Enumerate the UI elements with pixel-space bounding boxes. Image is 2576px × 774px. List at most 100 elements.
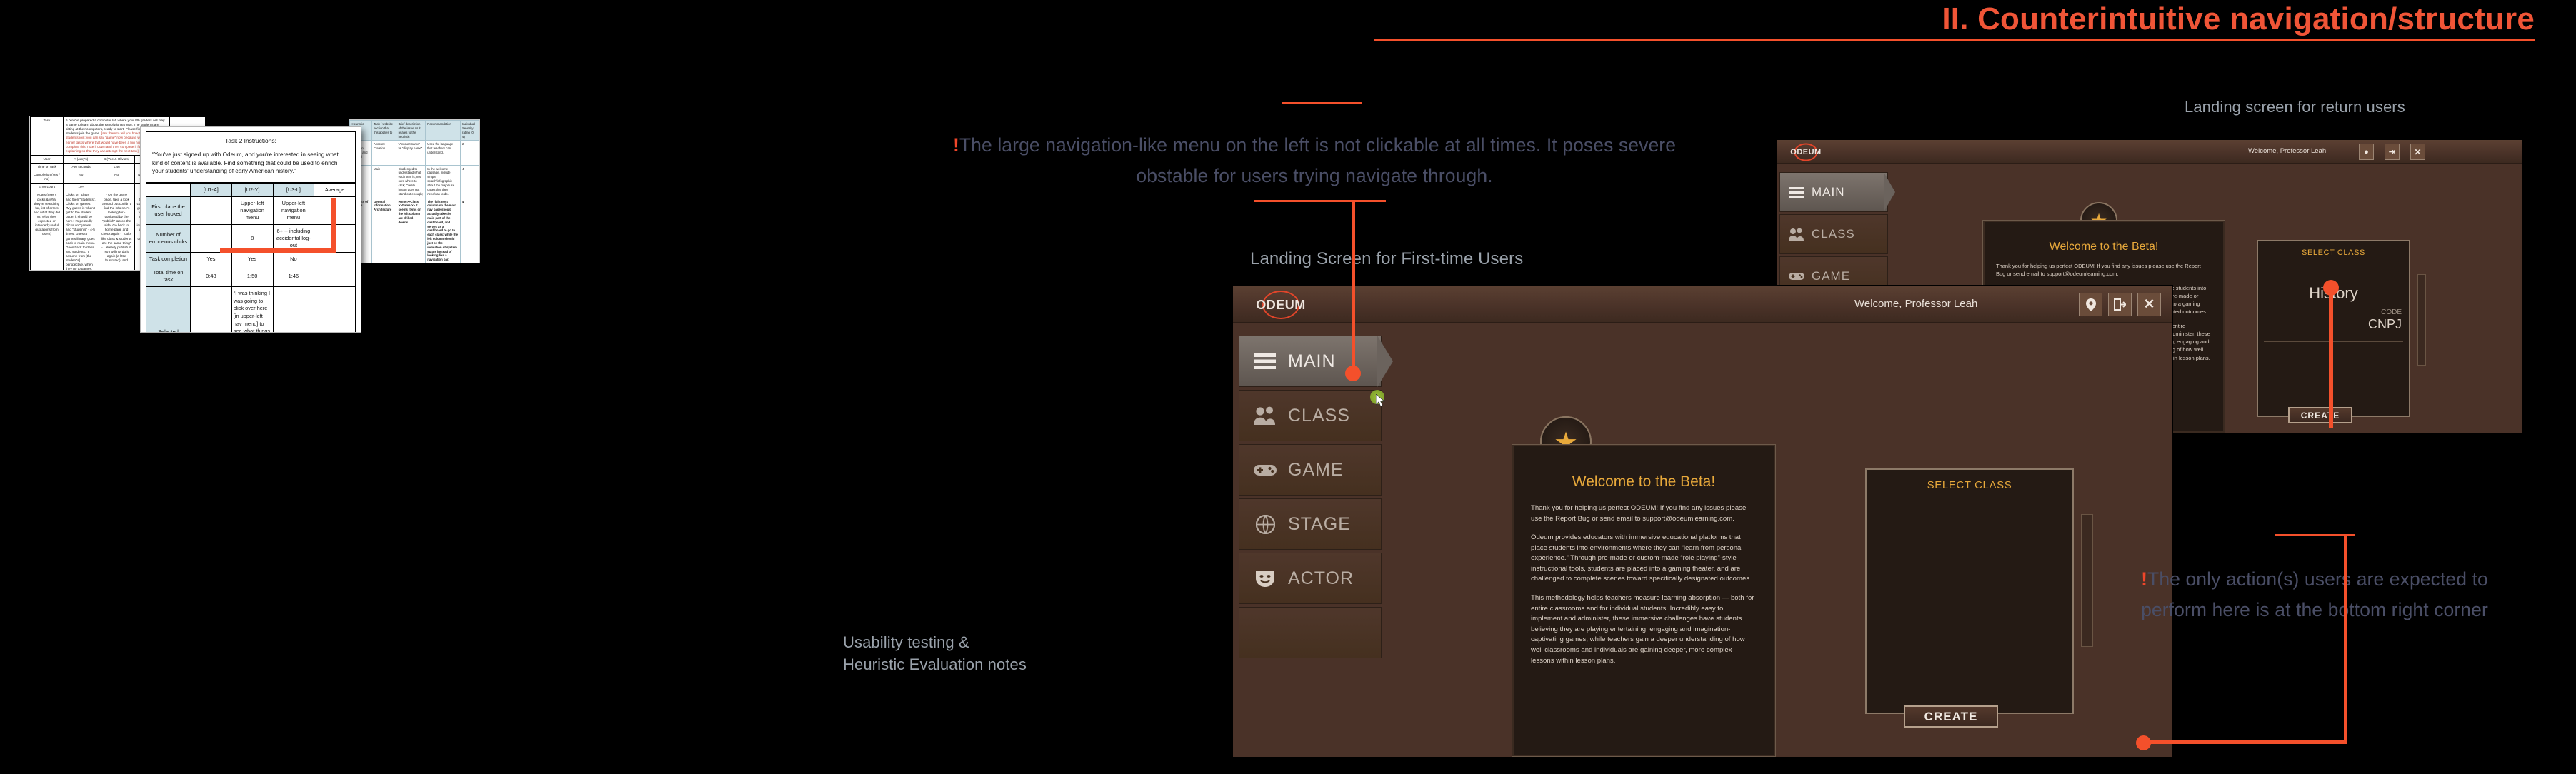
- cell-section: Main: [371, 164, 397, 198]
- row-label: Total time on task: [146, 265, 191, 287]
- cell: Clicks on “class” and then “students”. C…: [63, 191, 99, 270]
- nav-label-game: GAME: [1288, 459, 1344, 480]
- close-icon[interactable]: ✕: [2410, 144, 2425, 160]
- welcome-text: Welcome, Professor Leah: [1854, 298, 1978, 310]
- nav-item-stage[interactable]: STAGE: [1239, 498, 1382, 550]
- col-severity: Individual Severity rating (0-4): [459, 120, 479, 141]
- task2-highlight-horizontal: [220, 248, 336, 253]
- return-nav-label: MAIN: [1812, 185, 1845, 198]
- return-welcome-text: Welcome, Professor Leah: [2248, 147, 2327, 155]
- table-row: Selected comments “I was thinking I was …: [146, 286, 356, 332]
- cell-issue: “Account name” vs “display name”: [396, 140, 426, 166]
- cell: [314, 265, 356, 287]
- cell-recommendation: Used the language that teachers can unde…: [424, 140, 461, 166]
- select-class-scrollbar[interactable]: [2081, 514, 2093, 647]
- hamburger-icon: [1254, 352, 1277, 371]
- table-header-row: [U1-A] [U2-Y] [U3-L] Average: [146, 182, 356, 197]
- title-underline: [1374, 39, 2535, 41]
- return-create-button[interactable]: CREATE: [2288, 407, 2352, 423]
- annotation-text: The large navigation-like menu on the le…: [959, 134, 1677, 186]
- return-code-value: CNPJ: [2367, 317, 2402, 331]
- logo-text: ODEUM: [1256, 297, 1306, 312]
- logo-text: ODEUM: [1790, 148, 1822, 156]
- document-heuristic-evaluation: Heuristic Task / website section that th…: [349, 120, 479, 263]
- warning-bang-icon: !: [952, 134, 959, 156]
- row-label: Task: [30, 116, 64, 156]
- cell: No: [63, 171, 99, 184]
- app-logo: ODEUM: [1249, 291, 1313, 319]
- nav-label-actor: ACTOR: [1288, 568, 1354, 588]
- cell-severity: 2: [459, 140, 479, 166]
- cell: - On the game page, take a look around b…: [98, 191, 135, 270]
- table-header-row: Heuristic Task / website section that th…: [349, 120, 479, 141]
- create-button[interactable]: CREATE: [1904, 705, 1998, 728]
- nav-item-partial[interactable]: [1239, 607, 1382, 658]
- return-scrollbar[interactable]: [2417, 274, 2426, 366]
- nav-item-main[interactable]: MAIN: [1239, 336, 1382, 387]
- col-recommendation: Recommendation: [424, 120, 461, 141]
- logout-icon[interactable]: ⇥: [2385, 144, 2400, 160]
- connector-to-main-nav: [1352, 202, 1355, 371]
- page-title: II. Counterintuitive navigation/structur…: [1942, 1, 2535, 36]
- select-class-panel: SELECT CLASS: [1865, 468, 2074, 714]
- task2-body: “You've just signed up with Odeum, and y…: [152, 151, 339, 175]
- titlebar: [1233, 286, 2172, 323]
- nav-label-main: MAIN: [1288, 351, 1336, 371]
- row-label: Completion (yes / no): [30, 171, 64, 184]
- col-u1: [U1-A]: [190, 182, 232, 197]
- welcome-paragraph-2: Odeum provides educators with immersive …: [1531, 533, 1752, 583]
- slide-root: II. Counterintuitive navigation/structur…: [0, 0, 2576, 774]
- gamepad-icon: [1789, 271, 1804, 282]
- logout-icon[interactable]: [2108, 293, 2132, 316]
- cell: Yes: [231, 251, 274, 266]
- task2-results-table: [U1-A] [U2-Y] [U3-L] Average First place…: [146, 182, 356, 332]
- return-select-class-heading: SELECT CLASS: [2302, 248, 2365, 257]
- caption-first-time-users: Landing Screen for First-time Users: [1250, 249, 1524, 268]
- cell: No: [98, 171, 135, 184]
- nav-active-arrow: [1377, 336, 1393, 387]
- col-average: Average: [314, 182, 356, 197]
- connector-dot-main-nav: [1345, 366, 1361, 381]
- col-u3: [U3-L]: [272, 182, 315, 197]
- row-label: Selected comments: [146, 286, 191, 332]
- cell-section: Account Creation: [371, 140, 397, 166]
- document-task2-instructions: Task 2 Instructions: “You've just signed…: [141, 127, 361, 332]
- return-nav-item-class[interactable]: CLASS: [1779, 214, 1888, 254]
- location-pin-icon[interactable]: [2079, 293, 2102, 316]
- connector-dot-return-code: [2323, 280, 2339, 296]
- task2-title: Task 2 Instructions:: [225, 137, 276, 144]
- select-class-heading: SELECT CLASS: [1927, 479, 2012, 491]
- task-number: 6.: [66, 119, 69, 122]
- return-logo: ODEUM: [1785, 143, 1827, 161]
- cell-severity: 4: [459, 164, 479, 198]
- cell: [190, 196, 232, 225]
- cell: [272, 286, 315, 332]
- return-nav-item-main[interactable]: MAIN: [1779, 172, 1888, 212]
- cell-recommendation: The rightmost column on the main nav pag…: [424, 197, 461, 263]
- heuristic-eval-table: Heuristic Task / website section that th…: [349, 120, 479, 263]
- return-welcome-paragraph: Thank you for helping us perfect ODEUM! …: [1996, 263, 2201, 278]
- return-nav-label: CLASS: [1812, 227, 1855, 241]
- cell: “I was thinking I was going to click ove…: [231, 286, 274, 332]
- return-nav-active-arrow: [1884, 172, 1895, 212]
- connector-return-vertical: [2329, 286, 2333, 428]
- table-row: Total time on task 0:48 1:50 1:46: [146, 265, 356, 287]
- cell: Upper-left navigation menu: [272, 196, 315, 225]
- task2-instruction-box: Task 2 Instructions: “You've just signed…: [146, 131, 356, 183]
- caption-return-users: Landing screen for return users: [2185, 98, 2405, 116]
- cell: 0:48: [190, 265, 232, 287]
- close-icon[interactable]: ✕: [2137, 293, 2161, 316]
- nav-item-actor[interactable]: ACTOR: [1239, 553, 1382, 604]
- nav-item-class[interactable]: CLASS: [1239, 390, 1382, 441]
- cell: [98, 183, 135, 192]
- cell: A (Amy's): [63, 154, 99, 164]
- nav-item-game[interactable]: GAME: [1239, 444, 1382, 496]
- return-divider: [2264, 341, 2403, 342]
- table-row: Match between system and the real world …: [349, 140, 479, 166]
- task2-highlight-vertical: [331, 198, 336, 253]
- people-icon: [1254, 406, 1277, 426]
- return-nav-label: GAME: [1812, 269, 1851, 283]
- welcome-panel: Welcome to the Beta! Thank you for helpi…: [1512, 444, 1776, 757]
- location-pin-icon[interactable]: ●: [2359, 144, 2374, 160]
- caption-documents: Usability testing & Heuristic Evaluation…: [843, 633, 1027, 674]
